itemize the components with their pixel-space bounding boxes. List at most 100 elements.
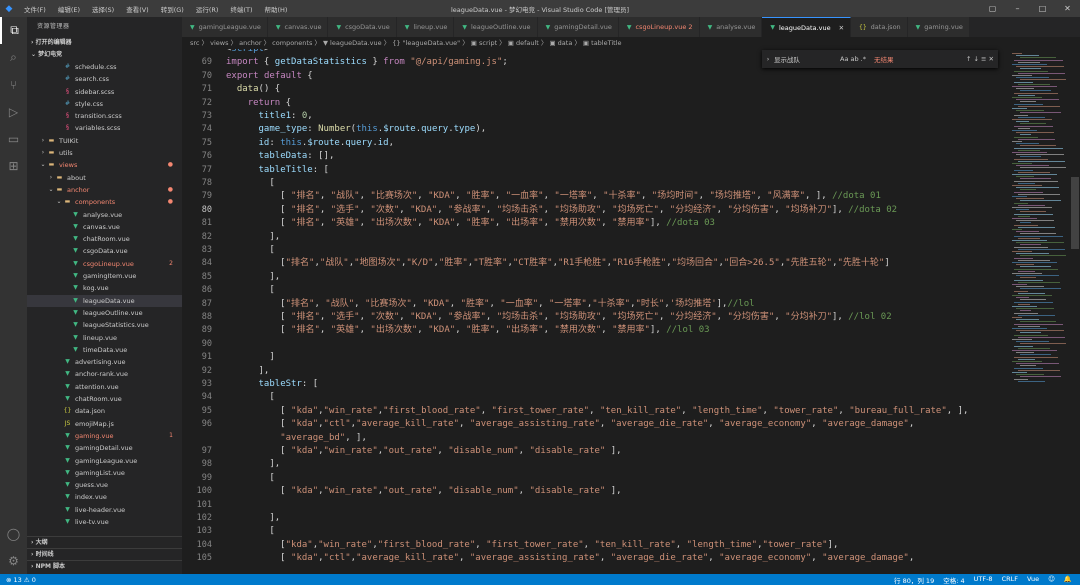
tree-item[interactable]: › ▬ TUIKit — [27, 135, 182, 147]
code-editor[interactable]: <script> 69 import { getDataStatistics } f… — [182, 49, 1008, 574]
tree-item[interactable]: ▼ anchor-rank.vue — [27, 368, 182, 380]
tree-item[interactable]: ▼ leagueStatistics.vue — [27, 319, 182, 331]
minimap-line — [1018, 281, 1060, 283]
tree-item[interactable]: ▼ timeData.vue — [27, 344, 182, 356]
layout-icon[interactable]: ▢ — [980, 0, 1005, 17]
minimize-button[interactable]: – — [1005, 0, 1030, 17]
timeline-section[interactable]: › 时间线 — [27, 548, 182, 559]
tree-item[interactable]: ▼ gamingList.vue — [27, 467, 182, 479]
editor-tab[interactable]: {} data.json — [851, 17, 908, 37]
tree-item[interactable]: § transition.scss — [27, 110, 182, 122]
tree-item[interactable]: ▼ gamingDetail.vue — [27, 442, 182, 454]
toggle-replace-button[interactable]: › — [762, 55, 774, 63]
maximize-button[interactable]: □ — [1030, 0, 1055, 17]
file-type-icon: ▼ — [65, 444, 70, 452]
scrollbar-thumb[interactable] — [1071, 177, 1079, 249]
editor-tab[interactable]: ▼ gaming.vue — [907, 17, 970, 37]
menu-item[interactable]: 编辑(E) — [52, 4, 86, 14]
breadcrumb[interactable]: src 〉 views 〉 anchor 〉 components 〉 ▼ le… — [182, 37, 1080, 49]
chevron-right-icon: › — [41, 136, 45, 144]
status-item[interactable]: 行 80，列 19 — [894, 575, 934, 585]
tree-item[interactable]: ▼ kog.vue — [27, 282, 182, 294]
remote-explorer-icon[interactable]: ▭ — [0, 125, 27, 152]
tree-item[interactable]: ▼ gamingItem.vue — [27, 270, 182, 282]
menu-item[interactable]: 帮助(H) — [258, 4, 293, 14]
tree-item[interactable]: ▼ attention.vue — [27, 381, 182, 393]
menu-item[interactable]: 运行(R) — [190, 4, 225, 14]
menu-item[interactable]: 选择(S) — [86, 4, 120, 14]
open-editors-section[interactable]: › 打开的编辑器 — [27, 37, 182, 49]
tree-item[interactable]: ▼ csgoData.vue — [27, 245, 182, 257]
tree-item[interactable]: # search.css — [27, 73, 182, 85]
close-tab-icon[interactable]: ✕ — [839, 24, 844, 32]
tree-item[interactable]: ▼ analyse.vue — [27, 209, 182, 221]
problems-indicator[interactable]: ⊗ 13 ⚠ 0 — [6, 576, 36, 584]
run-debug-icon[interactable]: ▷ — [0, 98, 27, 125]
workspace-root-section[interactable]: ⌄ 梦幻电竞 — [27, 49, 182, 61]
tree-item[interactable]: ▼ lineup.vue — [27, 332, 182, 344]
status-item[interactable]: ☺ — [1048, 575, 1055, 585]
tree-item[interactable]: ⌄ ▬ components ● — [27, 196, 182, 208]
tree-item[interactable]: ▼ csgoLineup.vue 2 — [27, 258, 182, 270]
tree-item[interactable]: ▼ chatRoom.vue — [27, 393, 182, 405]
editor-tab[interactable]: ▼ leagueOutline.vue — [454, 17, 538, 37]
minimap-line — [1016, 198, 1044, 200]
line-number: 97 — [201, 446, 212, 456]
tree-item[interactable]: ▼ gamingLeague.vue — [27, 455, 182, 467]
tree-item[interactable]: ▼ canvas.vue — [27, 221, 182, 233]
source-control-icon[interactable]: ⑂ — [0, 71, 27, 98]
find-options[interactable]: Aa ab .* — [840, 55, 866, 63]
tree-item[interactable]: JS emojiMap.js — [27, 418, 182, 430]
status-item[interactable]: UTF-8 — [974, 575, 993, 585]
tree-item-label: attention.vue — [75, 382, 119, 391]
tree-item[interactable]: {} data.json — [27, 405, 182, 417]
menu-item[interactable]: 终端(T) — [224, 4, 258, 14]
tree-item[interactable]: ▼ gaming.vue 1 — [27, 430, 182, 442]
menu-item[interactable]: 文件(F) — [18, 4, 52, 14]
status-item[interactable]: 空格: 4 — [943, 575, 964, 585]
editor-tab[interactable]: ▼ csgoLineup.vue 2 — [618, 17, 700, 37]
editor-tab[interactable]: ▼ csgoData.vue — [328, 17, 397, 37]
tree-item[interactable]: ▼ leagueOutline.vue — [27, 307, 182, 319]
tree-item[interactable]: ▼ chatRoom.vue — [27, 233, 182, 245]
status-item[interactable]: Vue — [1027, 575, 1039, 585]
tree-item[interactable]: ▼ guess.vue — [27, 479, 182, 491]
tree-item[interactable]: # schedule.css — [27, 61, 182, 73]
tree-item[interactable]: § sidebar.scss — [27, 86, 182, 98]
close-button[interactable]: ✕ — [1055, 0, 1080, 17]
outline-section[interactable]: › 大纲 — [27, 536, 182, 547]
status-item[interactable]: 🔔 — [1064, 575, 1072, 585]
editor-tab[interactable]: ▼ canvas.vue — [267, 17, 329, 37]
npm-scripts-section[interactable]: › NPM 脚本 — [27, 560, 182, 571]
tree-item[interactable]: ▼ index.vue — [27, 491, 182, 503]
extensions-icon[interactable]: ⊞ — [0, 152, 27, 179]
tree-item[interactable]: # style.css — [27, 98, 182, 110]
editor-scrollbar[interactable] — [1070, 49, 1080, 574]
tree-item[interactable]: § variables.scss — [27, 122, 182, 134]
editor-tab[interactable]: ▼ gamingDetail.vue — [537, 17, 619, 37]
account-icon[interactable]: ◯ — [0, 520, 27, 547]
menu-item[interactable]: 查看(V) — [120, 4, 155, 14]
settings-gear-icon[interactable]: ⚙ — [0, 547, 27, 574]
find-input[interactable]: 显示战队 — [774, 54, 800, 64]
tree-item[interactable]: ▼ advertising.vue — [27, 356, 182, 368]
search-icon[interactable]: ⌕ — [0, 44, 27, 71]
tree-item[interactable]: ⌄ ▬ views ● — [27, 159, 182, 171]
editor-tab[interactable]: ▼ leagueData.vue ✕ — [762, 17, 852, 37]
explorer-icon[interactable]: ⧉ — [0, 17, 27, 44]
editor-tab[interactable]: ▼ gamingLeague.vue — [182, 17, 268, 37]
editor-tab[interactable]: ▼ lineup.vue — [396, 17, 455, 37]
tree-item[interactable]: ▼ live-header.vue — [27, 504, 182, 516]
find-navigation-buttons[interactable]: ↑ ↓ ≡ ✕ — [966, 55, 994, 63]
tree-item[interactable]: › ▬ about — [27, 172, 182, 184]
tree-item[interactable]: ⌄ ▬ anchor ● — [27, 184, 182, 196]
tree-item[interactable]: ▼ live-tv.vue — [27, 516, 182, 528]
tree-item[interactable]: › ▬ utils — [27, 147, 182, 159]
editor-tab[interactable]: ▼ analyse.vue — [699, 17, 763, 37]
find-widget: › 显示战队 Aa ab .* 无结果 ↑ ↓ ≡ ✕ — [762, 50, 998, 68]
minimap-line — [1018, 127, 1030, 129]
minimap[interactable] — [1008, 49, 1070, 574]
menu-item[interactable]: 转到(G) — [155, 4, 190, 14]
tree-item[interactable]: ▼ leagueData.vue — [27, 294, 182, 307]
status-item[interactable]: CRLF — [1002, 575, 1018, 585]
